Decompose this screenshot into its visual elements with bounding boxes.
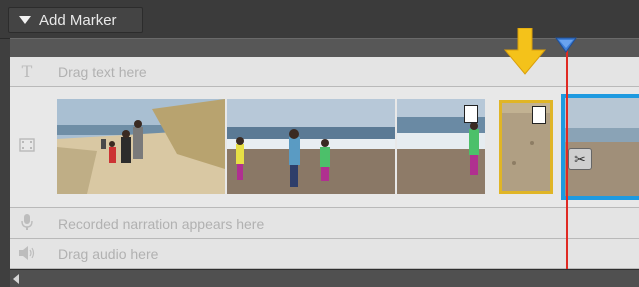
narration-track-placeholder: Recorded narration appears here	[58, 216, 265, 232]
text-track-placeholder: Drag text here	[58, 64, 147, 80]
playhead-handle-icon[interactable]	[555, 37, 577, 53]
clip-badge-icon	[532, 106, 546, 124]
video-clip-1[interactable]	[57, 99, 225, 194]
text-T-icon: T	[21, 62, 33, 81]
scroll-left-arrow-icon[interactable]	[13, 274, 19, 284]
timeline-panel: Add Marker T Drag text here ✂ Recorded n…	[0, 0, 639, 287]
video-clip-5-selected[interactable]	[561, 94, 639, 200]
narration-track[interactable]: Recorded narration appears here	[10, 208, 639, 239]
speaker-icon	[16, 245, 38, 263]
microphone-icon	[16, 213, 38, 231]
audio-track-placeholder: Drag audio here	[58, 246, 159, 262]
add-marker-label: Add Marker	[39, 11, 117, 29]
video-clip-4-highlighted[interactable]	[499, 100, 553, 194]
video-clip-2[interactable]	[227, 99, 395, 194]
yellow-down-arrow-icon	[503, 28, 547, 75]
audio-track[interactable]: Drag audio here	[10, 239, 639, 269]
triangle-down-icon	[19, 16, 31, 24]
add-marker-button[interactable]: Add Marker	[8, 7, 143, 33]
scissors-icon[interactable]: ✂	[568, 148, 592, 170]
video-clip-3[interactable]	[397, 99, 485, 194]
horizontal-scrollbar[interactable]	[10, 269, 639, 287]
clip-badge-icon	[464, 105, 478, 123]
playhead-line[interactable]	[566, 44, 568, 269]
film-icon	[16, 138, 38, 156]
